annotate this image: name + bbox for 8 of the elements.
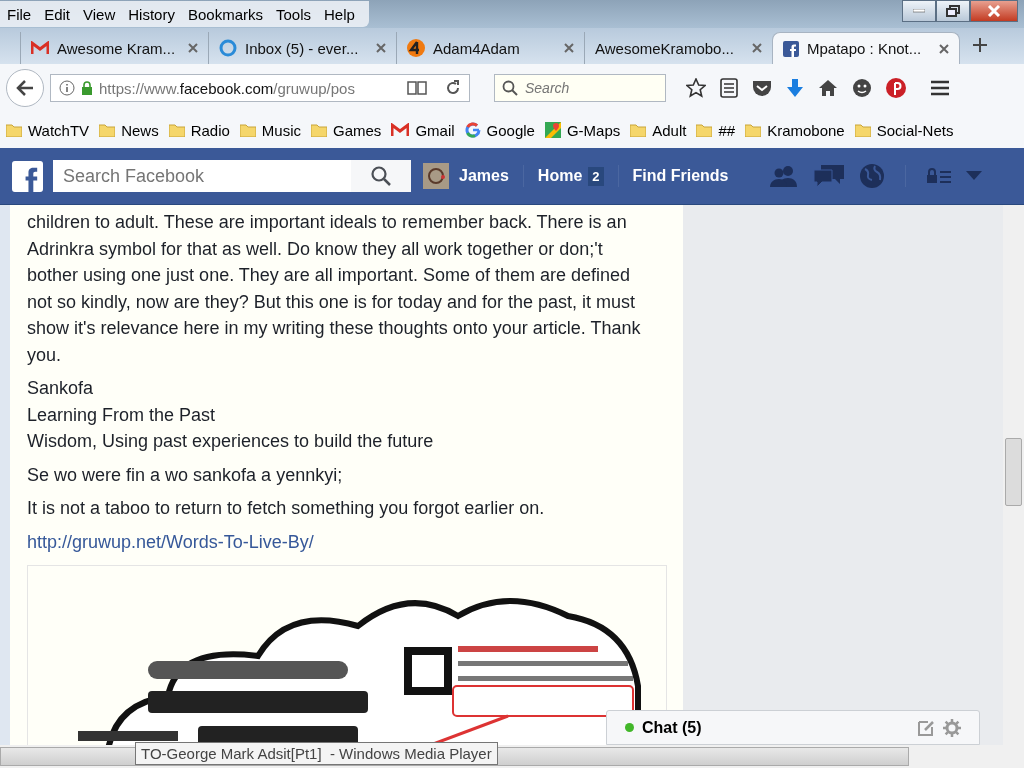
tooltip: TO-George Mark Adsit[Pt1] - Windows Media Player <box>135 742 498 765</box>
post-text: Learning From the Past <box>27 403 217 427</box>
post-text: Wisdom, Using past experiences to build the future <box>27 430 435 453</box>
post-text: It is not a taboo to return to fetch something you forgot earlier on. <box>27 497 546 520</box>
post-text: children to adult. These are important ideals to remember back. There is an Adrinkra symbol for that as well. Do know they all work together or don;'t bother using one just one. They are all important. Some of them are defined not so kindly, now are they? But this one is for today and for the past, it must show it's relevance here in my writing these thoughts onto your article. Thank you. <box>27 211 642 367</box>
post-text: Sankofa <box>27 377 95 400</box>
notification-count: 2 <box>588 166 604 186</box>
post-text: Se wo were fin a wo sankofa a yennkyi; <box>27 463 344 487</box>
